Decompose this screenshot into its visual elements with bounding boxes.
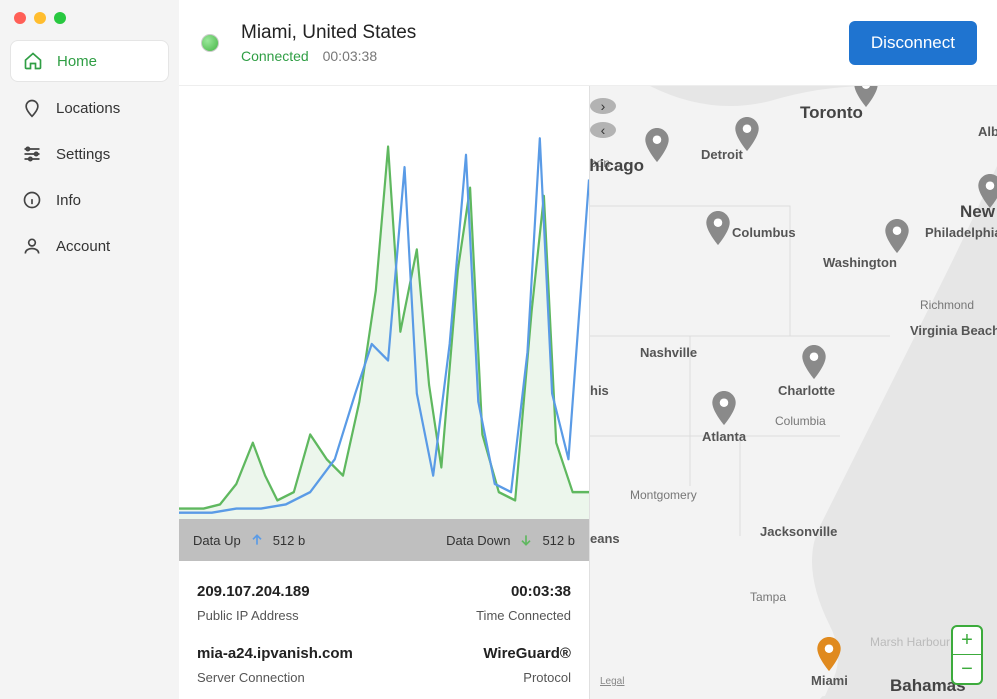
data-down-value: 512 b [542, 533, 575, 548]
map-label: Nashville [640, 345, 697, 360]
disconnect-button[interactable]: Disconnect [849, 21, 977, 65]
map-label: eans [590, 531, 620, 546]
info-icon [22, 190, 42, 210]
map-label: Alba [978, 124, 997, 139]
chevron-right-icon[interactable]: › [590, 98, 616, 114]
zoom-in-button[interactable]: + [953, 627, 981, 655]
location-title: Miami, United States [241, 22, 416, 44]
server-label: Server Connection [197, 670, 353, 685]
map-label: Philadelphia [925, 225, 997, 240]
map-city-label: Toronto [800, 103, 863, 123]
status-label: Connected [241, 48, 309, 64]
arrow-up-icon [249, 532, 265, 548]
sidebar-item-info[interactable]: Info [10, 180, 169, 220]
bandwidth-bar: Data Up 512 b Data Down 5 [179, 519, 589, 561]
map-city-label: Atlanta [702, 429, 746, 444]
map-pin-washington[interactable] [884, 219, 910, 253]
public-ip-value: 209.107.204.189 [197, 583, 310, 600]
map[interactable]: › ‹ Alba Philadelphia Richmond Virginia Bea… [590, 86, 997, 699]
map-label: Montgomery [630, 488, 697, 502]
protocol-label: Protocol [483, 670, 571, 685]
sidebar-item-label: Home [57, 53, 97, 70]
home-icon [23, 51, 43, 71]
map-label: Marsh Harbour [870, 635, 950, 649]
public-ip-label: Public IP Address [197, 608, 310, 623]
time-connected-label: Time Connected [476, 608, 571, 623]
user-icon [22, 236, 42, 256]
map-city-label: Washington [823, 255, 897, 270]
map-city-label: Chicago [590, 156, 644, 176]
status-dot-icon [201, 34, 219, 52]
map-city-label: Miami [811, 673, 848, 688]
map-label: Virginia Beach [910, 323, 997, 338]
sidebar-item-locations[interactable]: Locations [10, 88, 169, 128]
maximize-icon[interactable] [54, 12, 66, 24]
map-pin-miami[interactable] [816, 637, 842, 671]
protocol-value: WireGuard® [483, 645, 571, 662]
zoom-control[interactable]: + − [951, 625, 983, 685]
map-pin-chicago[interactable] [644, 128, 670, 162]
close-icon[interactable] [14, 12, 26, 24]
map-city-label: Columbus [732, 225, 796, 240]
server-value: mia-a24.ipvanish.com [197, 645, 353, 662]
time-connected-value: 00:03:38 [476, 583, 571, 600]
pin-icon [22, 98, 42, 118]
sidebar-item-label: Locations [56, 100, 120, 117]
settings-icon [22, 144, 42, 164]
map-pin-detroit[interactable] [734, 117, 760, 151]
chevron-left-icon[interactable]: ‹ [590, 122, 616, 138]
map-panel-toggle[interactable]: › ‹ [590, 98, 602, 110]
sidebar-item-label: Settings [56, 146, 110, 163]
sidebar-item-home[interactable]: Home [10, 40, 169, 82]
map-city-label: Detroit [701, 147, 743, 162]
header-timer: 00:03:38 [323, 48, 378, 64]
map-pin-columbus[interactable] [705, 211, 731, 245]
minimize-icon[interactable] [34, 12, 46, 24]
legal-link[interactable]: Legal [600, 676, 624, 687]
map-label: Tampa [750, 590, 786, 604]
sidebar-item-label: Account [56, 238, 110, 255]
data-up-label: Data Up [193, 533, 241, 548]
map-pin-charlotte[interactable] [801, 345, 827, 379]
data-up-value: 512 b [273, 533, 306, 548]
stats-panel: 209.107.204.189 Public IP Address 00:03:… [179, 561, 589, 699]
zoom-out-button[interactable]: − [953, 655, 981, 683]
sidebar-item-settings[interactable]: Settings [10, 134, 169, 174]
traffic-chart [179, 86, 589, 519]
map-label: Jacksonville [760, 524, 837, 539]
sidebar-item-account[interactable]: Account [10, 226, 169, 266]
arrow-down-icon [518, 532, 534, 548]
sidebar-item-label: Info [56, 192, 81, 209]
window-controls[interactable] [14, 12, 66, 24]
map-pin-atlanta[interactable] [711, 391, 737, 425]
map-city-label: Charlotte [778, 383, 835, 398]
map-label: his [590, 383, 609, 398]
data-down-label: Data Down [446, 533, 510, 548]
map-label: Columbia [775, 414, 826, 428]
map-label: Richmond [920, 298, 974, 312]
connection-header: Miami, United States Connected 00:03:38 … [179, 0, 997, 86]
map-city-label: New York [960, 202, 997, 222]
sidebar: Home Locations Settings Info [0, 0, 179, 699]
